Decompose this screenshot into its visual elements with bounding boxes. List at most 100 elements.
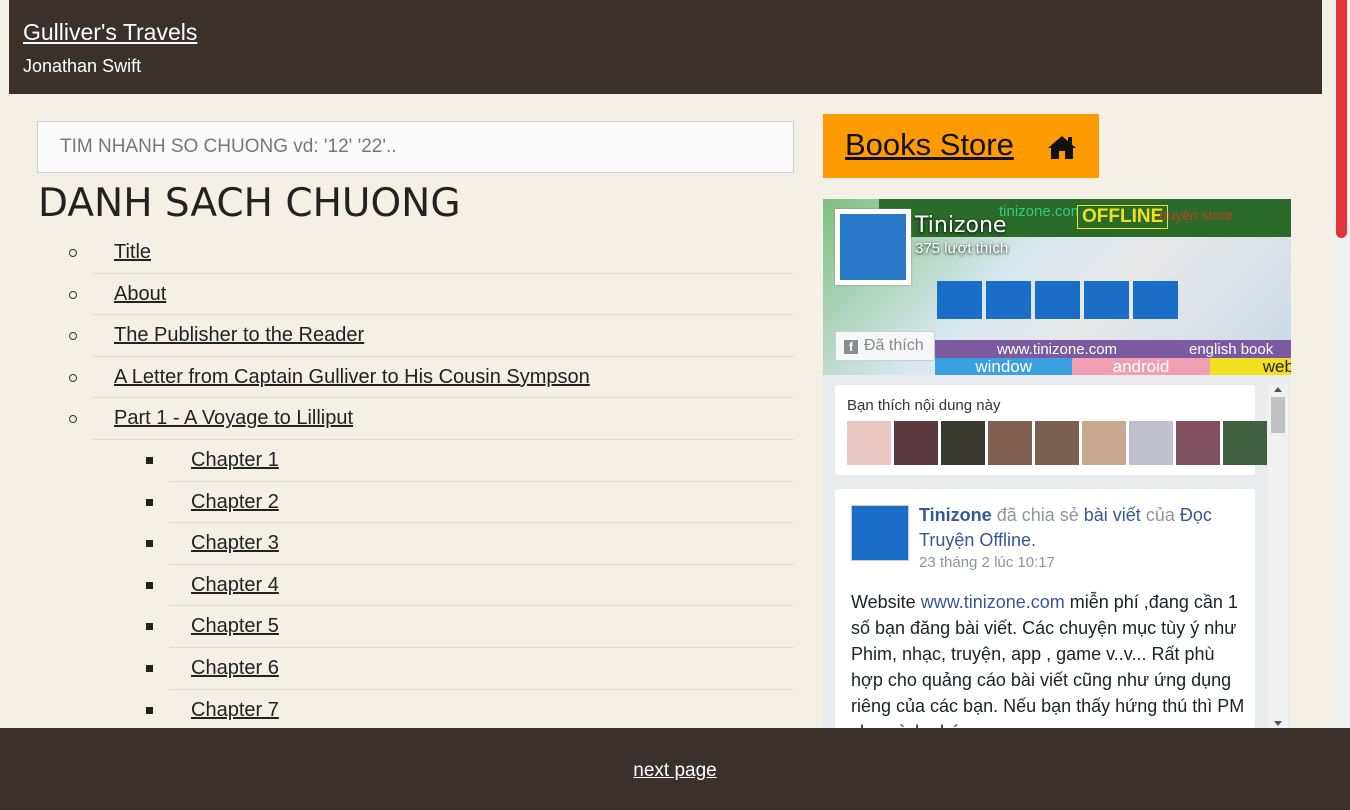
post-body: Website www.tinizone.com miễn phí ,đang …: [851, 589, 1247, 728]
cover-tag-window: window: [935, 358, 1073, 375]
friend-avatars: [847, 421, 1267, 465]
chapter-link[interactable]: Chapter 7: [191, 699, 279, 722]
chapter-list-item: Chapter 3: [0, 523, 800, 565]
next-page-link[interactable]: next page: [633, 760, 716, 781]
books-store-label: Books Store: [845, 127, 1014, 162]
facebook-page-avatar[interactable]: [835, 209, 911, 285]
facebook-like-count: 375 lượt thích: [915, 240, 1009, 257]
chapter-list-item: Chapter 7: [0, 690, 800, 732]
friend-avatar[interactable]: [847, 421, 891, 465]
facebook-liked-button[interactable]: f Đã thích: [835, 331, 935, 361]
chapter-link[interactable]: Chapter 5: [191, 615, 279, 638]
friend-avatar[interactable]: [1082, 421, 1126, 465]
facebook-widget-scrollbar[interactable]: [1268, 385, 1288, 728]
cover-offline-text: OFFLINE: [1077, 205, 1169, 229]
cover-tile: [1035, 281, 1080, 319]
post-body-text: miễn phí ,đang cần 1 số bạn đăng bài viế…: [851, 592, 1245, 728]
post-link[interactable]: bài viết: [1084, 505, 1141, 525]
facebook-post: Tinizone đã chia sẻ bài viết của Đọc Tru…: [835, 489, 1255, 728]
next-page-container: next page: [0, 760, 1350, 782]
cover-english-book-text: english book: [1189, 341, 1274, 358]
chapter-list-item: A Letter from Captain Gulliver to His Co…: [0, 357, 800, 399]
circle-bullet-icon: [69, 290, 77, 299]
square-bullet-icon: [146, 706, 153, 714]
facebook-page-widget: tinizone.com OFFLINE truyện store www.ti…: [823, 199, 1291, 728]
post-shared-text: đã chia sẻ: [996, 505, 1079, 525]
friends-like-card: Bạn thích nội dung này: [835, 385, 1267, 475]
home-icon: [1047, 132, 1077, 168]
chapter-list-item: About: [0, 274, 800, 316]
book-title-link[interactable]: Gulliver's Travels: [23, 19, 197, 46]
facebook-scrollbar-thumb[interactable]: [1271, 397, 1285, 433]
chapter-list-item: Chapter 6: [0, 648, 800, 690]
chapter-link[interactable]: Chapter 2: [191, 491, 279, 514]
post-body-pre: Website: [851, 592, 921, 612]
liked-button-label: Đã thích: [864, 337, 924, 354]
circle-bullet-icon: [69, 332, 77, 341]
post-header: Tinizone đã chia sẻ bài viết của Đọc Tru…: [919, 503, 1249, 553]
cover-tile: [1133, 281, 1178, 319]
header-bar: Gulliver's Travels Jonathan Swift: [9, 0, 1322, 94]
chapter-link[interactable]: Part 1 - A Voyage to Lilliput: [114, 407, 353, 430]
post-of-text: của: [1145, 505, 1175, 525]
page-scrollbar-thumb[interactable]: [1336, 0, 1347, 238]
chapter-link[interactable]: Chapter 4: [191, 574, 279, 597]
friend-avatar[interactable]: [1129, 421, 1173, 465]
chapter-list-item: Chapter 5: [0, 606, 800, 648]
square-bullet-icon: [146, 498, 153, 506]
avatar-image: [840, 214, 906, 280]
chapter-list-item: The Publisher to the Reader: [0, 315, 800, 357]
cover-tag-strip: window android web: [935, 358, 1291, 375]
friends-like-label: Bạn thích nội dung này: [847, 397, 1001, 414]
cover-store-text: truyện store: [1159, 207, 1233, 223]
friend-avatar[interactable]: [1176, 421, 1220, 465]
facebook-page-name[interactable]: Tinizone: [915, 213, 1006, 238]
post-body-link[interactable]: www.tinizone.com: [921, 592, 1065, 612]
post-author-link[interactable]: Tinizone: [919, 505, 992, 525]
footer-bar: next page: [0, 728, 1350, 810]
square-bullet-icon: [146, 456, 153, 464]
friend-avatar[interactable]: [988, 421, 1032, 465]
author-name: Jonathan Swift: [23, 56, 142, 76]
square-bullet-icon: [146, 664, 153, 672]
square-bullet-icon: [146, 581, 153, 589]
cover-url-strip: www.tinizone.com english book: [935, 340, 1291, 358]
cover-domain-text: tinizone.com: [999, 203, 1084, 220]
chapter-link[interactable]: Chapter 1: [191, 449, 279, 472]
facebook-cover-image[interactable]: tinizone.com OFFLINE truyện store www.ti…: [823, 199, 1291, 375]
chapter-list-item: Chapter 2: [0, 482, 800, 524]
chapter-list-item: Part 1 - A Voyage to Lilliput: [0, 398, 800, 440]
chapter-list-item: Chapter 1: [0, 440, 800, 482]
friend-avatar[interactable]: [1223, 421, 1267, 465]
friend-avatar[interactable]: [1035, 421, 1079, 465]
chapter-list-item: Title: [0, 232, 800, 274]
cover-tile: [937, 281, 982, 319]
chapter-link[interactable]: The Publisher to the Reader: [114, 324, 364, 347]
post-timestamp[interactable]: 23 tháng 2 lúc 10:17: [919, 554, 1055, 571]
chapter-link[interactable]: A Letter from Captain Gulliver to His Co…: [114, 366, 590, 389]
cover-url-text: www.tinizone.com: [997, 341, 1118, 358]
friend-avatar[interactable]: [894, 421, 938, 465]
square-bullet-icon: [146, 623, 153, 631]
post-author-avatar[interactable]: [851, 505, 909, 561]
circle-bullet-icon: [69, 373, 77, 382]
chapter-search-input[interactable]: [37, 121, 794, 173]
page-scrollbar[interactable]: [1333, 0, 1350, 728]
cover-tag-android: android: [1072, 358, 1210, 375]
books-store-button[interactable]: Books Store: [823, 114, 1099, 178]
circle-bullet-icon: [69, 249, 77, 257]
chapter-link[interactable]: Title: [114, 241, 151, 264]
chapter-list: Title About The Publisher to the Reader A L…: [0, 232, 800, 732]
cover-tile: [1084, 281, 1129, 319]
cover-app-tiles: [937, 281, 1178, 319]
cover-tile: [986, 281, 1031, 319]
scroll-up-arrow-icon[interactable]: [1274, 387, 1282, 392]
circle-bullet-icon: [69, 415, 77, 424]
square-bullet-icon: [146, 540, 153, 548]
chapter-link[interactable]: Chapter 6: [191, 657, 279, 680]
chapter-link[interactable]: About: [114, 283, 166, 306]
friend-avatar[interactable]: [941, 421, 985, 465]
chapter-link[interactable]: Chapter 3: [191, 532, 279, 555]
facebook-icon: f: [844, 340, 858, 354]
scroll-down-arrow-icon[interactable]: [1274, 721, 1282, 726]
